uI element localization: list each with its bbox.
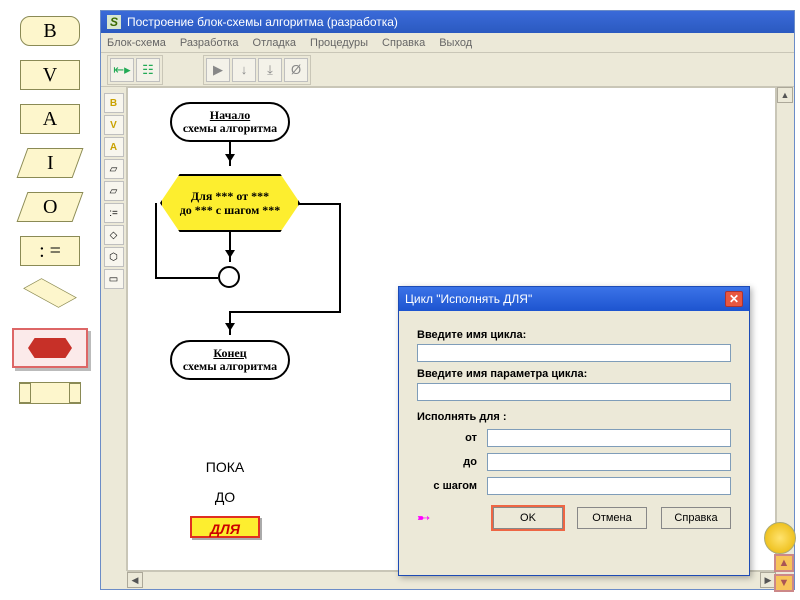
vertical-scrollbar[interactable]: ▲ ▼	[776, 87, 794, 571]
tool-play-icon[interactable]: ▶	[206, 58, 230, 82]
tool-stepover-icon[interactable]: ⤓	[258, 58, 282, 82]
close-icon[interactable]: ✕	[725, 291, 743, 307]
menu-exit[interactable]: Выход	[439, 37, 472, 49]
app-icon: S	[107, 15, 121, 29]
palette-subroutine[interactable]	[19, 382, 81, 404]
mode-until[interactable]: ДО	[190, 486, 260, 508]
loop-mode-group: ПОКА ДО ДЛЯ	[190, 448, 260, 546]
tool-list-icon[interactable]: ☷	[136, 58, 160, 82]
line-loopA	[156, 277, 218, 279]
for-loop-dialog: Цикл "Исполнять ДЛЯ" ✕ Введите имя цикла…	[398, 286, 750, 576]
input-step[interactable]	[487, 477, 731, 495]
label-step: с шагом	[417, 480, 477, 492]
line-exitA	[299, 203, 341, 205]
palette-var[interactable]: V	[20, 60, 80, 90]
mode-while[interactable]: ПОКА	[190, 456, 260, 478]
end-text: схемы алгоритма	[183, 360, 277, 373]
vtool-sub-icon[interactable]: ▭	[104, 269, 124, 289]
palette-decision[interactable]	[23, 278, 77, 308]
hexagon-icon	[28, 338, 72, 358]
line-exitC	[230, 311, 341, 313]
input-param-name[interactable]	[417, 383, 731, 401]
dialog-content: Введите имя цикла: Введите имя параметра…	[399, 311, 749, 537]
tool-reset-icon[interactable]: ⇤▸	[110, 58, 134, 82]
shape-palette: B V A I O : =	[0, 0, 100, 600]
vtool-decision-icon[interactable]: ◇	[104, 225, 124, 245]
cancel-button[interactable]: Отмена	[577, 507, 647, 529]
ok-button[interactable]: OK	[493, 507, 563, 529]
scroll-left-icon[interactable]: ◀	[127, 572, 143, 588]
vtool-begin-icon[interactable]: B	[104, 93, 124, 113]
label-from: от	[417, 432, 477, 444]
nav-down-icon[interactable]: ▼	[774, 574, 794, 592]
palette-loop-selected[interactable]	[12, 328, 88, 368]
hint-arrow-icon: ➸	[417, 508, 430, 528]
app-titlebar: S Построение блок-схемы алгоритма (разра…	[101, 11, 794, 33]
menubar: Блок-схема Разработка Отладка Процедуры …	[101, 33, 794, 53]
app-title: Построение блок-схемы алгоритма (разрабо…	[127, 15, 398, 29]
dialog-titlebar[interactable]: Цикл "Исполнять ДЛЯ" ✕	[399, 287, 749, 311]
node-connector[interactable]	[218, 266, 240, 288]
line-exitB	[339, 203, 341, 313]
vtool-assign-icon[interactable]: :=	[104, 203, 124, 223]
mode-for-selected[interactable]: ДЛЯ	[190, 516, 260, 538]
palette-output[interactable]: O	[17, 192, 84, 222]
node-start[interactable]: Начало схемы алгоритма	[170, 102, 290, 142]
tool-stepinto-icon[interactable]: ↓	[232, 58, 256, 82]
vtool-a-icon[interactable]: A	[104, 137, 124, 157]
node-for-loop[interactable]: Для *** от *** до *** с шагом ***	[160, 174, 300, 232]
arrow-1	[229, 142, 231, 166]
nav-corner: ▲ ▼	[774, 552, 794, 594]
nav-up-icon[interactable]: ▲	[774, 554, 794, 572]
vertical-toolbar: B V A ▱ ▱ := ◇ ⬡ ▭	[101, 87, 127, 571]
palette-a[interactable]: A	[20, 104, 80, 134]
menu-develop[interactable]: Разработка	[180, 37, 239, 49]
menu-blockscheme[interactable]: Блок-схема	[107, 37, 166, 49]
for-line1: Для *** от ***	[191, 189, 269, 203]
menu-debug[interactable]: Отладка	[253, 37, 296, 49]
toolbar: ⇤▸ ☷ ▶ ↓ ⤓ Ø	[101, 53, 794, 87]
dialog-title: Цикл "Исполнять ДЛЯ"	[405, 292, 532, 306]
arrow-2	[229, 232, 231, 262]
arrow-3	[229, 311, 231, 335]
label-to: до	[417, 456, 477, 468]
scroll-up-icon[interactable]: ▲	[777, 87, 793, 103]
menu-help[interactable]: Справка	[382, 37, 425, 49]
vtool-input-icon[interactable]: ▱	[104, 159, 124, 179]
menu-procedures[interactable]: Процедуры	[310, 37, 368, 49]
palette-input[interactable]: I	[17, 148, 84, 178]
smiley-icon	[764, 522, 796, 554]
input-from[interactable]	[487, 429, 731, 447]
palette-assign[interactable]: : =	[20, 236, 80, 266]
line-loopB	[155, 203, 157, 279]
vtool-output-icon[interactable]: ▱	[104, 181, 124, 201]
label-exec-for: Исполнять для :	[417, 411, 731, 423]
help-button[interactable]: Справка	[661, 507, 731, 529]
vtool-loop-icon[interactable]: ⬡	[104, 247, 124, 267]
node-end[interactable]: Конец схемы алгоритма	[170, 340, 290, 380]
tool-stop-icon[interactable]: Ø	[284, 58, 308, 82]
vtool-var-icon[interactable]: V	[104, 115, 124, 135]
label-param-name: Введите имя параметра цикла:	[417, 368, 731, 380]
start-text: схемы алгоритма	[183, 122, 277, 135]
label-loop-name: Введите имя цикла:	[417, 329, 731, 341]
input-to[interactable]	[487, 453, 731, 471]
input-loop-name[interactable]	[417, 344, 731, 362]
for-line2: до *** с шагом ***	[180, 203, 281, 217]
palette-begin[interactable]: B	[20, 16, 80, 46]
